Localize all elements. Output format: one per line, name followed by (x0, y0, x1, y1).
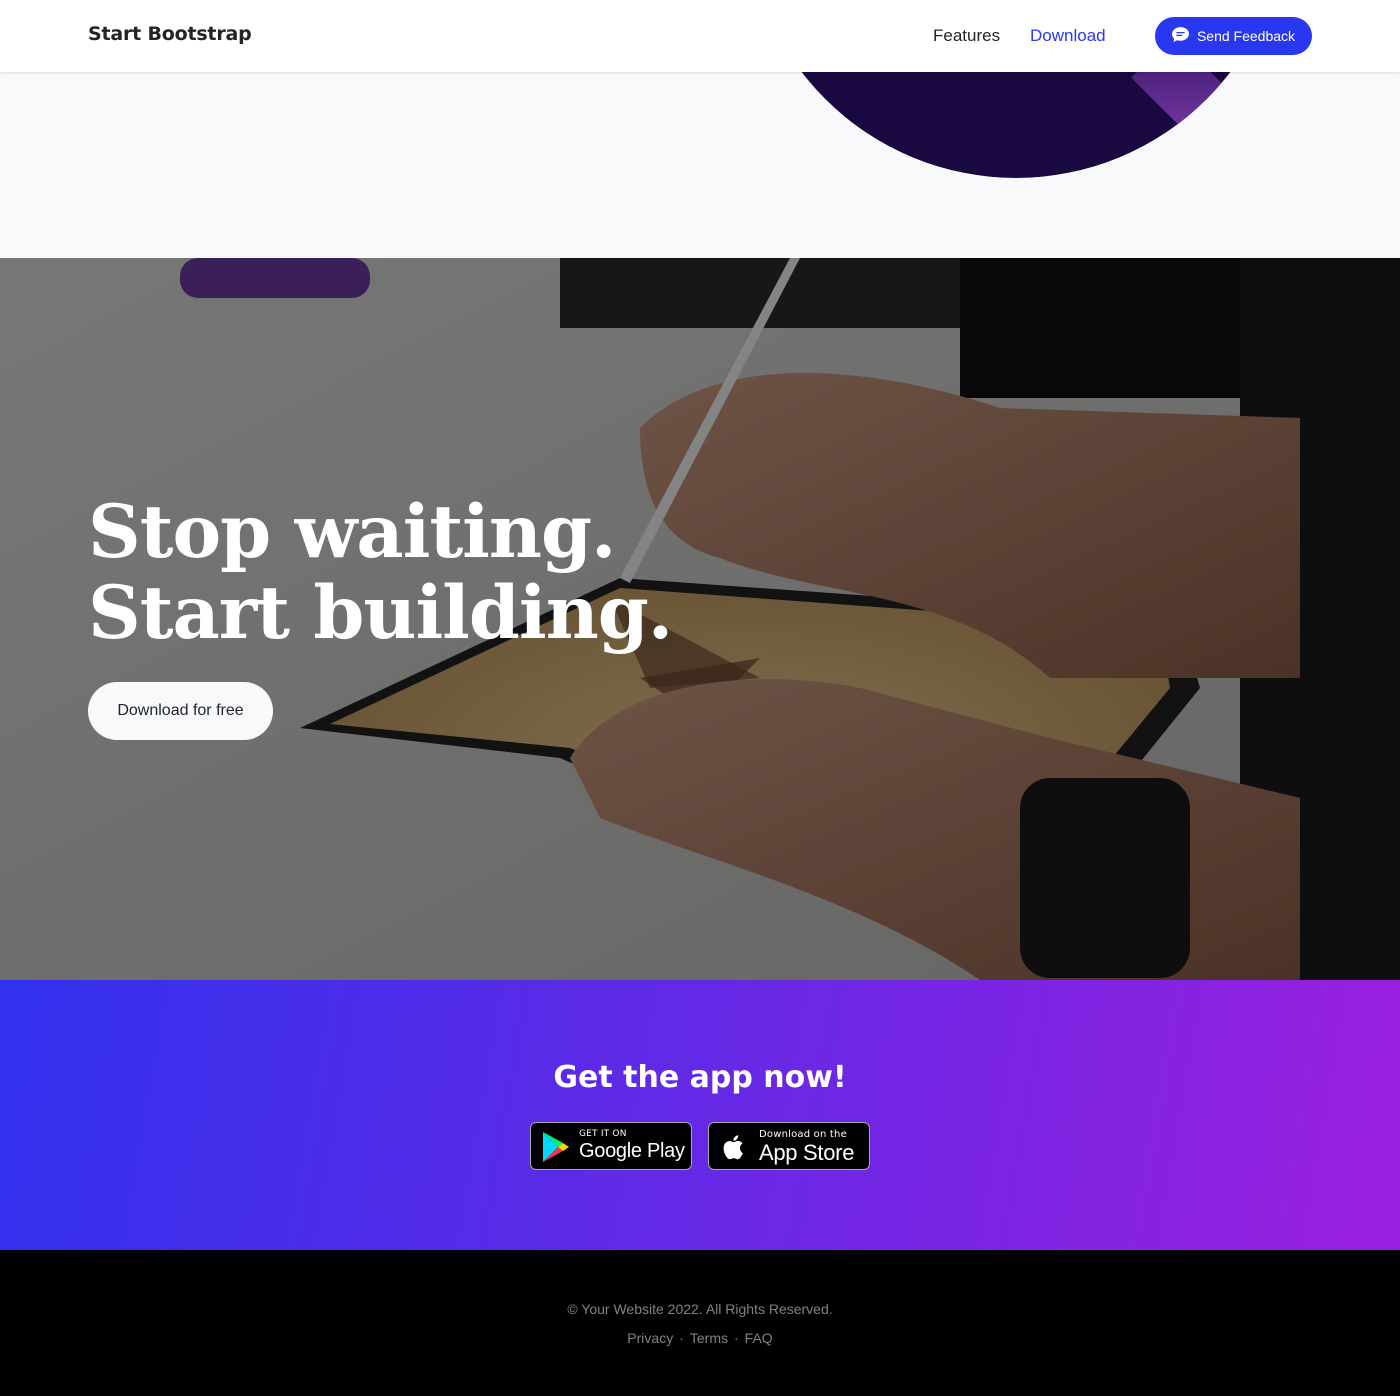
footer-link-privacy[interactable]: Privacy (627, 1330, 673, 1346)
footer: © Your Website 2022. All Rights Reserved… (0, 1250, 1400, 1396)
cta-heading: Stop waiting. Start building. (88, 489, 673, 656)
apple-badge-big-text: App Store (759, 1140, 855, 1165)
nav-link-features[interactable]: Features (933, 26, 1000, 46)
download-for-free-button[interactable]: Download for free (88, 682, 273, 740)
copyright-text: © Your Website 2022. All Rights Reserved… (567, 1301, 833, 1317)
google-badge-big-text: Google Play (579, 1140, 685, 1162)
google-play-badge[interactable]: GET IT ON Google Play (530, 1122, 692, 1170)
footer-separator: · (734, 1330, 739, 1346)
app-store-badge[interactable]: Download on the App Store (708, 1122, 870, 1170)
google-badge-small-text: GET IT ON (579, 1129, 627, 1139)
cta-heading-line1: Stop waiting. (88, 489, 616, 575)
apple-badge-small-text: Download on the (759, 1129, 847, 1140)
footer-link-terms[interactable]: Terms (690, 1330, 728, 1346)
apple-icon (719, 1131, 749, 1163)
cta-section: Stop waiting. Start building. Download f… (0, 258, 1400, 980)
brand-logo[interactable]: Start Bootstrap (88, 23, 252, 45)
footer-separator: · (679, 1330, 684, 1346)
get-app-title: Get the app now! (553, 1060, 847, 1095)
footer-link-faq[interactable]: FAQ (745, 1330, 773, 1346)
masthead-section (0, 72, 1400, 258)
footer-links: Privacy · Terms · FAQ (0, 1330, 1400, 1346)
navbar: Start Bootstrap Features Download Send F… (0, 0, 1400, 72)
nav-link-download[interactable]: Download (1030, 26, 1106, 46)
chat-bubble-icon (1171, 26, 1189, 46)
google-play-icon (541, 1131, 571, 1163)
masthead-circle-graphic (746, 72, 1286, 178)
send-feedback-button[interactable]: Send Feedback (1155, 17, 1312, 55)
send-feedback-label: Send Feedback (1196, 28, 1296, 44)
get-app-section: Get the app now! GET IT ON Google Play D… (0, 980, 1400, 1250)
cta-heading-line2: Start building. (88, 570, 673, 656)
